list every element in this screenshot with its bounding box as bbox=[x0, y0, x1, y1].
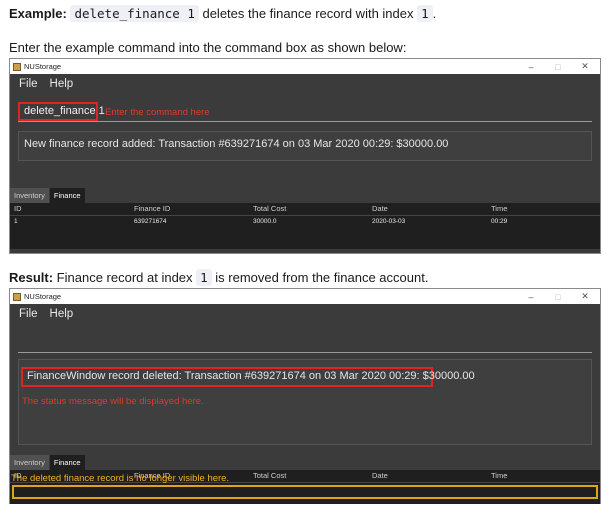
menu-bar: File Help bbox=[10, 304, 600, 324]
command-box[interactable]: delete_finance 1 Enter the command here bbox=[18, 102, 592, 122]
close-icon[interactable]: ✕ bbox=[574, 289, 596, 304]
col-date: Date bbox=[372, 471, 388, 480]
col-time: Time bbox=[491, 471, 508, 480]
result-display: FinanceWindow record deleted: Transactio… bbox=[18, 359, 592, 445]
close-icon[interactable]: ✕ bbox=[574, 59, 596, 74]
example-label: Example: bbox=[9, 6, 67, 21]
cell-time: 00:29 bbox=[491, 218, 508, 225]
cell-date: 2020-03-03 bbox=[372, 218, 406, 225]
example-text-mid: deletes the finance record with index bbox=[198, 6, 418, 21]
minimize-icon[interactable]: – bbox=[520, 289, 542, 304]
command-box[interactable] bbox=[18, 332, 592, 353]
result-message: New finance record added: Transaction #6… bbox=[24, 138, 449, 150]
col-total-cost: Total Cost bbox=[253, 204, 287, 213]
example-index-code: 1 bbox=[417, 5, 433, 22]
app-window-after: NUStorage – □ ✕ File Help FinanceWindow … bbox=[9, 288, 601, 504]
deleted-row-highlight bbox=[12, 485, 598, 499]
example-line: Example: delete_finance 1 deletes the fi… bbox=[9, 5, 437, 22]
result-display: New finance record added: Transaction #6… bbox=[18, 131, 592, 161]
menu-file[interactable]: File bbox=[19, 308, 38, 320]
instruction-text: Enter the example command into the comma… bbox=[9, 40, 407, 55]
result-index-code: 1 bbox=[196, 269, 212, 286]
result-text-start: Finance record at index bbox=[53, 270, 197, 285]
cell-total-cost: 30000.0 bbox=[253, 218, 277, 225]
title-bar: NUStorage – □ ✕ bbox=[10, 289, 600, 304]
table-row[interactable]: 1 639271674 30000.0 2020-03-03 00:29 bbox=[10, 216, 600, 228]
cell-finance-id: 639271674 bbox=[134, 218, 167, 225]
title-bar: NUStorage – □ ✕ bbox=[10, 59, 600, 74]
app-icon bbox=[13, 62, 21, 71]
app-icon bbox=[13, 292, 21, 301]
command-input-value[interactable]: delete_finance 1 bbox=[24, 105, 105, 117]
window-title: NUStorage bbox=[24, 62, 62, 71]
deleted-note: The deleted finance record is no longer … bbox=[11, 473, 230, 484]
menu-file[interactable]: File bbox=[19, 78, 38, 90]
menu-help[interactable]: Help bbox=[50, 308, 74, 320]
cell-id: 1 bbox=[14, 218, 18, 225]
col-finance-id: Finance ID bbox=[134, 204, 171, 213]
result-label: Result: bbox=[9, 270, 54, 285]
result-message: FinanceWindow record deleted: Transactio… bbox=[27, 370, 475, 382]
window-title: NUStorage bbox=[24, 292, 62, 301]
main-area: delete_finance 1 Enter the command here … bbox=[10, 94, 600, 254]
col-time: Time bbox=[491, 204, 508, 213]
tab-finance[interactable]: Finance bbox=[49, 188, 86, 203]
app-window-before: NUStorage – □ ✕ File Help delete_finance… bbox=[9, 58, 601, 254]
tab-finance[interactable]: Finance bbox=[49, 455, 86, 470]
status-note: The status message will be displayed her… bbox=[22, 396, 204, 407]
tab-inventory[interactable]: Inventory bbox=[10, 188, 50, 203]
result-text-end: is removed from the finance account. bbox=[211, 270, 429, 285]
menu-help[interactable]: Help bbox=[50, 78, 74, 90]
tab-bar: Inventory Finance bbox=[10, 455, 86, 470]
minimize-icon[interactable]: – bbox=[520, 59, 542, 74]
col-date: Date bbox=[372, 204, 388, 213]
example-text-end: . bbox=[432, 6, 437, 21]
table-header: ID Finance ID Total Cost Date Time bbox=[10, 203, 600, 216]
tab-bar: Inventory Finance bbox=[10, 188, 86, 203]
col-id: ID bbox=[14, 204, 22, 213]
maximize-icon[interactable]: □ bbox=[547, 289, 569, 304]
finance-table: ID Finance ID Total Cost Date Time 1 639… bbox=[10, 203, 600, 249]
command-note: Enter the command here bbox=[105, 107, 210, 118]
example-command-code: delete_finance 1 bbox=[70, 5, 199, 22]
tab-inventory[interactable]: Inventory bbox=[10, 455, 50, 470]
maximize-icon[interactable]: □ bbox=[547, 59, 569, 74]
col-total-cost: Total Cost bbox=[253, 471, 287, 480]
menu-bar: File Help bbox=[10, 74, 600, 94]
result-line: Result: Finance record at index 1 is rem… bbox=[9, 269, 429, 286]
